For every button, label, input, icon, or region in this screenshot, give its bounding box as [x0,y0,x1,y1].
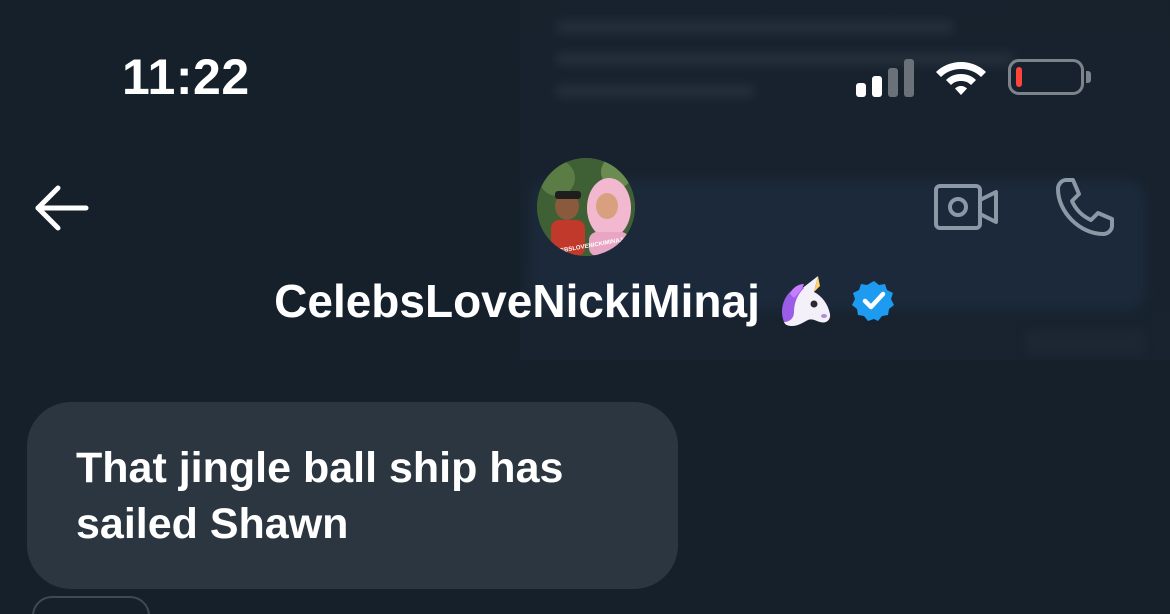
avatar[interactable]: CELEBSLOVENICKIMINAJ [537,158,635,256]
phone-icon[interactable] [1052,174,1118,240]
avatar-photo: CELEBSLOVENICKIMINAJ [537,158,635,256]
cellular-signal-icon [856,59,914,97]
display-name: CelebsLoveNickiMinaj [274,275,760,327]
message-text: That jingle ball ship has sailed Shawn [76,444,564,548]
blurred-background-timestamp [1025,330,1145,356]
battery-level-fill [1016,67,1022,87]
wifi-icon [936,62,986,95]
battery-low-icon [1008,59,1084,95]
verified-badge-icon [851,281,894,321]
status-bar-time: 11:22 [122,49,250,105]
reaction-chip[interactable] [32,596,150,614]
arrow-left-icon[interactable] [30,180,94,236]
unicorn-emoji-icon [781,276,830,326]
battery-cap [1086,71,1091,83]
video-camera-icon[interactable] [932,180,1000,234]
message-bubble[interactable]: That jingle ball ship has sailed Shawn [27,402,678,589]
conversation-title[interactable]: CelebsLoveNickiMinaj [0,272,1170,330]
